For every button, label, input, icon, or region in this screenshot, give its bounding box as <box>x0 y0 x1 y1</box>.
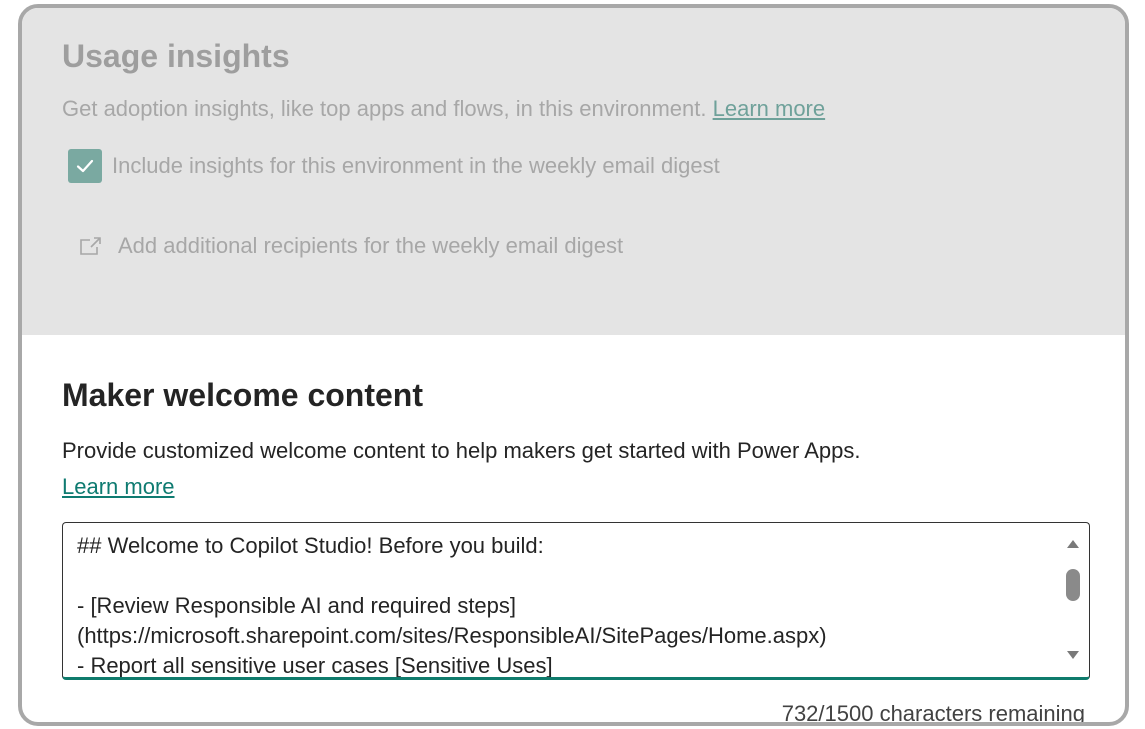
weekly-digest-checkbox[interactable] <box>68 149 102 183</box>
maker-welcome-learn-more-link[interactable]: Learn more <box>62 474 175 500</box>
scroll-down-icon[interactable] <box>1065 648 1081 662</box>
checkmark-icon <box>76 159 94 173</box>
usage-insights-section: Usage insights Get adoption insights, li… <box>22 8 1125 335</box>
open-external-icon <box>80 237 101 255</box>
settings-panel: Usage insights Get adoption insights, li… <box>18 4 1129 726</box>
welcome-content-text[interactable]: ## Welcome to Copilot Studio! Before you… <box>77 531 1057 677</box>
char-counter: 732/1500 characters remaining <box>781 701 1085 726</box>
add-recipients-label: Add additional recipients for the weekly… <box>118 233 624 258</box>
add-recipients-link[interactable]: Add additional recipients for the weekly… <box>78 233 623 259</box>
usage-insights-description-text: Get adoption insights, like top apps and… <box>62 96 707 121</box>
weekly-digest-checkbox-label: Include insights for this environment in… <box>112 153 720 178</box>
maker-welcome-description: Provide customized welcome content to he… <box>62 438 861 463</box>
scroll-up-icon[interactable] <box>1065 537 1081 551</box>
maker-welcome-title: Maker welcome content <box>62 377 423 413</box>
scrollbar-thumb[interactable] <box>1066 569 1080 601</box>
weekly-digest-checkbox-row[interactable]: Include insights for this environment in… <box>68 149 720 183</box>
usage-insights-description: Get adoption insights, like top apps and… <box>62 96 825 122</box>
usage-insights-learn-more-link[interactable]: Learn more <box>713 96 826 121</box>
usage-insights-title: Usage insights <box>62 38 290 74</box>
welcome-content-textarea[interactable]: ## Welcome to Copilot Studio! Before you… <box>62 522 1090 680</box>
